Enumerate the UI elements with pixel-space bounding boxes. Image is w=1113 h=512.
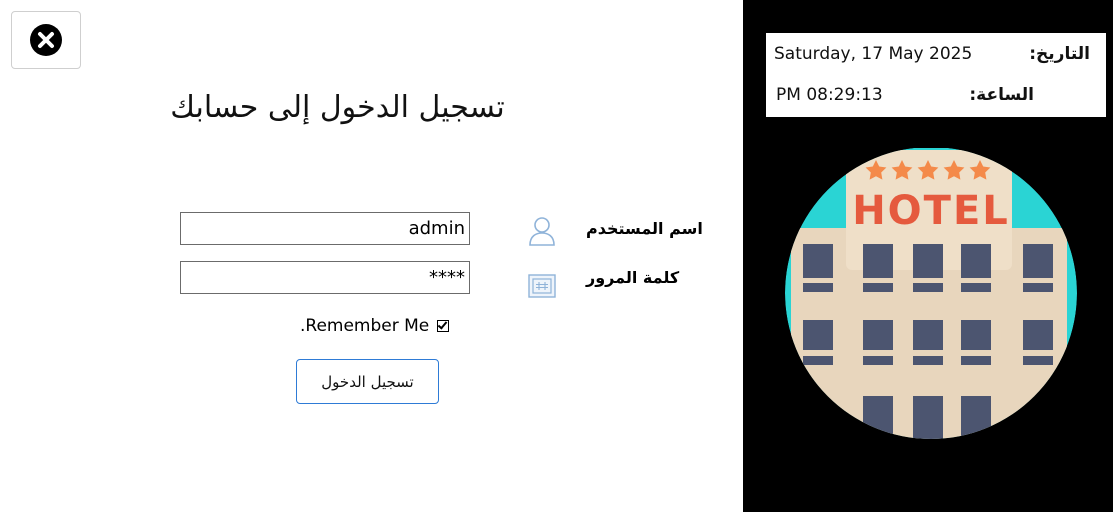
keypad-icon [528, 274, 556, 298]
username-input[interactable] [180, 212, 470, 245]
hotel-sign-text: HOTEL [852, 188, 1010, 234]
page-title: تسجيل الدخول إلى حسابك [170, 90, 505, 125]
time-value: PM 08:29:13 [776, 85, 883, 105]
remember-checkbox[interactable] [437, 320, 450, 332]
close-icon [30, 24, 62, 56]
password-input[interactable] [180, 261, 470, 294]
remember-me[interactable]: .Remember Me [300, 316, 450, 336]
clock-box: التاريخ: Saturday, 17 May 2025 الساعة: P… [766, 33, 1106, 117]
remember-label: .Remember Me [300, 316, 430, 336]
side-panel: التاريخ: Saturday, 17 May 2025 الساعة: P… [743, 0, 1113, 512]
time-label: الساعة: [969, 85, 1034, 105]
login-button[interactable]: تسجيل الدخول [296, 359, 439, 404]
hotel-illustration: HOTEL [785, 148, 1077, 439]
username-label: اسم المستخدم [586, 219, 703, 238]
date-value: Saturday, 17 May 2025 [774, 44, 973, 64]
close-button[interactable] [11, 11, 81, 69]
password-label: كلمة المرور [586, 268, 680, 287]
date-label: التاريخ: [1029, 44, 1090, 64]
user-icon [529, 217, 555, 246]
